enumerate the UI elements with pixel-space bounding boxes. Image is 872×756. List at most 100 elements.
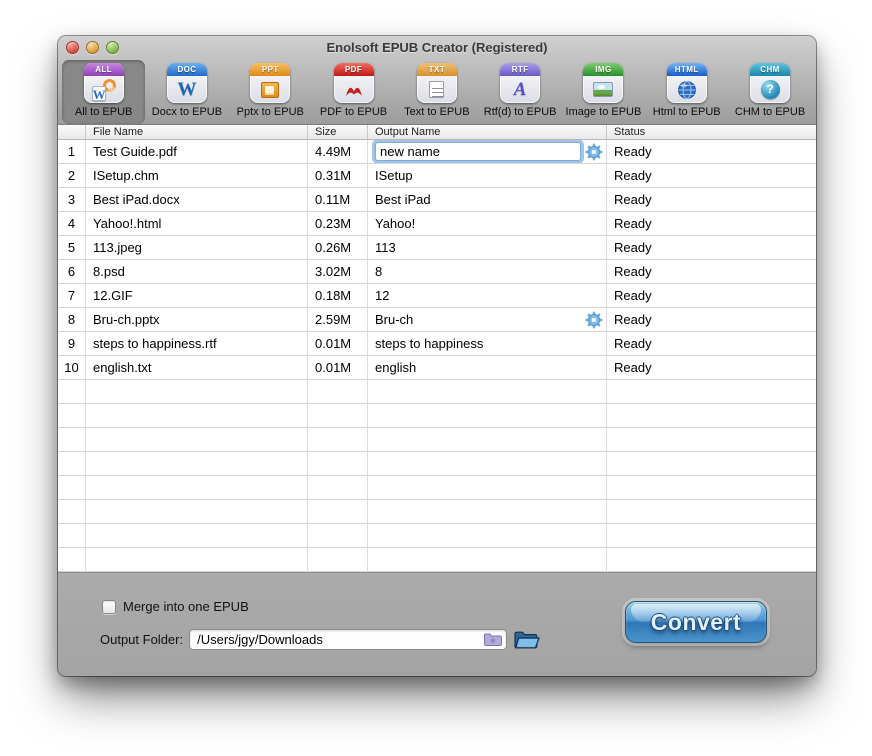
all-to-epub-icon: ALL W <box>84 63 124 103</box>
convert-button[interactable]: Convert <box>625 601 767 643</box>
column-header-file-name[interactable]: File Name <box>86 125 308 139</box>
table-row[interactable]: 2 ISetup.chm 0.31M ISetup Ready <box>58 164 816 188</box>
empty-row <box>58 548 816 572</box>
empty-row <box>58 404 816 428</box>
toolbar-item-label: All to EPUB <box>75 106 132 118</box>
cell-size: 2.59M <box>308 308 368 332</box>
cell-output-name: Bru-ch <box>368 308 607 332</box>
cell-size: 0.31M <box>308 164 368 188</box>
toolbar-item-label: Text to EPUB <box>404 106 469 118</box>
cell-output-name: 12 <box>368 284 607 308</box>
toolbar-item-text-to-epub[interactable]: TXT Text to EPUB <box>395 60 478 124</box>
cell-size: 0.18M <box>308 284 368 308</box>
cell-size: 3.02M <box>308 260 368 284</box>
table-row[interactable]: 6 8.psd 3.02M 8 Ready <box>58 260 816 284</box>
cell-output-name: 8 <box>368 260 607 284</box>
html-to-epub-icon: HTML <box>667 63 707 103</box>
cell-output-name <box>368 140 607 164</box>
cell-status: Ready <box>607 140 816 164</box>
cell-size: 0.26M <box>308 236 368 260</box>
rename-gear-icon[interactable] <box>585 143 603 161</box>
cell-status: Ready <box>607 332 816 356</box>
image-to-epub-icon: IMG <box>583 63 623 103</box>
cell-status: Ready <box>607 212 816 236</box>
toolbar-item-image-to-epub[interactable]: IMG Image to EPUB <box>562 60 645 124</box>
cell-file-name: 8.psd <box>86 260 308 284</box>
cell-row-number: 7 <box>58 284 86 308</box>
merge-checkbox[interactable] <box>102 600 116 614</box>
cell-file-name: Test Guide.pdf <box>86 140 308 164</box>
cell-status: Ready <box>607 260 816 284</box>
cell-row-number: 6 <box>58 260 86 284</box>
table-header: File Name Size Output Name Status <box>58 125 816 140</box>
toolbar-item-rtf-to-epub[interactable]: RTF A Rtf(d) to EPUB <box>478 60 561 124</box>
bottom-panel: Merge into one EPUB Output Folder: Conve… <box>58 572 816 676</box>
output-folder-label: Output Folder: <box>100 632 183 647</box>
app-window: Enolsoft EPUB Creator (Registered) ALL W… <box>58 36 816 676</box>
text-to-epub-icon: TXT <box>417 63 457 103</box>
toolbar-item-label: Image to EPUB <box>566 106 642 118</box>
table-row[interactable]: 9 steps to happiness.rtf 0.01M steps to … <box>58 332 816 356</box>
cell-row-number: 10 <box>58 356 86 380</box>
pptx-to-epub-icon: PPT <box>250 63 290 103</box>
cell-status: Ready <box>607 236 816 260</box>
cell-file-name: steps to happiness.rtf <box>86 332 308 356</box>
convert-button-label: Convert <box>651 609 741 636</box>
cell-file-name: ISetup.chm <box>86 164 308 188</box>
cell-output-name: Yahoo! <box>368 212 607 236</box>
choose-folder-icon[interactable] <box>483 632 503 647</box>
toolbar-item-html-to-epub[interactable]: HTML Html to EPUB <box>645 60 728 124</box>
cell-status: Ready <box>607 308 816 332</box>
column-header-status[interactable]: Status <box>607 125 816 139</box>
chm-to-epub-icon: CHM ? <box>750 63 790 103</box>
empty-row <box>58 428 816 452</box>
table-row[interactable]: 5 113.jpeg 0.26M 113 Ready <box>58 236 816 260</box>
output-name-input[interactable] <box>375 142 581 161</box>
toolbar-item-label: Docx to EPUB <box>152 106 222 118</box>
toolbar-item-all-to-epub[interactable]: ALL W All to EPUB <box>62 60 145 124</box>
output-folder-row: Output Folder: <box>100 629 540 650</box>
rtf-to-epub-icon: RTF A <box>500 63 540 103</box>
table-row[interactable]: 10 english.txt 0.01M english Ready <box>58 356 816 380</box>
cell-output-name: steps to happiness <box>368 332 607 356</box>
table-row[interactable]: 4 Yahoo!.html 0.23M Yahoo! Ready <box>58 212 816 236</box>
cell-status: Ready <box>607 188 816 212</box>
titlebar[interactable]: Enolsoft EPUB Creator (Registered) <box>58 36 816 58</box>
toolbar-item-pdf-to-epub[interactable]: PDF PDF to EPUB <box>312 60 395 124</box>
cell-file-name: english.txt <box>86 356 308 380</box>
cell-row-number: 8 <box>58 308 86 332</box>
pdf-to-epub-icon: PDF <box>334 63 374 103</box>
cell-status: Ready <box>607 284 816 308</box>
cell-file-name: Best iPad.docx <box>86 188 308 212</box>
toolbar: ALL W All to EPUB DOC W Docx to EPUB PPT… <box>62 59 812 125</box>
cell-row-number: 3 <box>58 188 86 212</box>
column-header-size[interactable]: Size <box>308 125 368 139</box>
empty-row <box>58 476 816 500</box>
file-table: File Name Size Output Name Status 1 Test… <box>58 125 816 572</box>
toolbar-item-label: Rtf(d) to EPUB <box>484 106 557 118</box>
table-row[interactable]: 7 12.GIF 0.18M 12 Ready <box>58 284 816 308</box>
window-chrome: Enolsoft EPUB Creator (Registered) ALL W… <box>58 36 816 125</box>
toolbar-item-docx-to-epub[interactable]: DOC W Docx to EPUB <box>145 60 228 124</box>
empty-row <box>58 452 816 476</box>
cell-status: Ready <box>607 164 816 188</box>
cell-row-number: 5 <box>58 236 86 260</box>
toolbar-item-label: CHM to EPUB <box>735 106 805 118</box>
column-header-index[interactable] <box>58 125 86 139</box>
toolbar-item-chm-to-epub[interactable]: CHM ? CHM to EPUB <box>728 60 811 124</box>
rename-gear-icon[interactable] <box>585 311 603 329</box>
table-row[interactable]: 8 Bru-ch.pptx 2.59M Bru-ch Ready <box>58 308 816 332</box>
column-header-output-name[interactable]: Output Name <box>368 125 607 139</box>
cell-size: 0.11M <box>308 188 368 212</box>
cell-file-name: 113.jpeg <box>86 236 308 260</box>
table-row[interactable]: 3 Best iPad.docx 0.11M Best iPad Ready <box>58 188 816 212</box>
output-folder-input[interactable] <box>189 629 507 650</box>
cell-output-name: Best iPad <box>368 188 607 212</box>
output-folder-field <box>189 629 507 650</box>
docx-to-epub-icon: DOC W <box>167 63 207 103</box>
cell-output-name: english <box>368 356 607 380</box>
table-row[interactable]: 1 Test Guide.pdf 4.49M Ready <box>58 140 816 164</box>
open-folder-icon[interactable] <box>513 629 540 650</box>
toolbar-item-pptx-to-epub[interactable]: PPT Pptx to EPUB <box>229 60 312 124</box>
cell-row-number: 4 <box>58 212 86 236</box>
